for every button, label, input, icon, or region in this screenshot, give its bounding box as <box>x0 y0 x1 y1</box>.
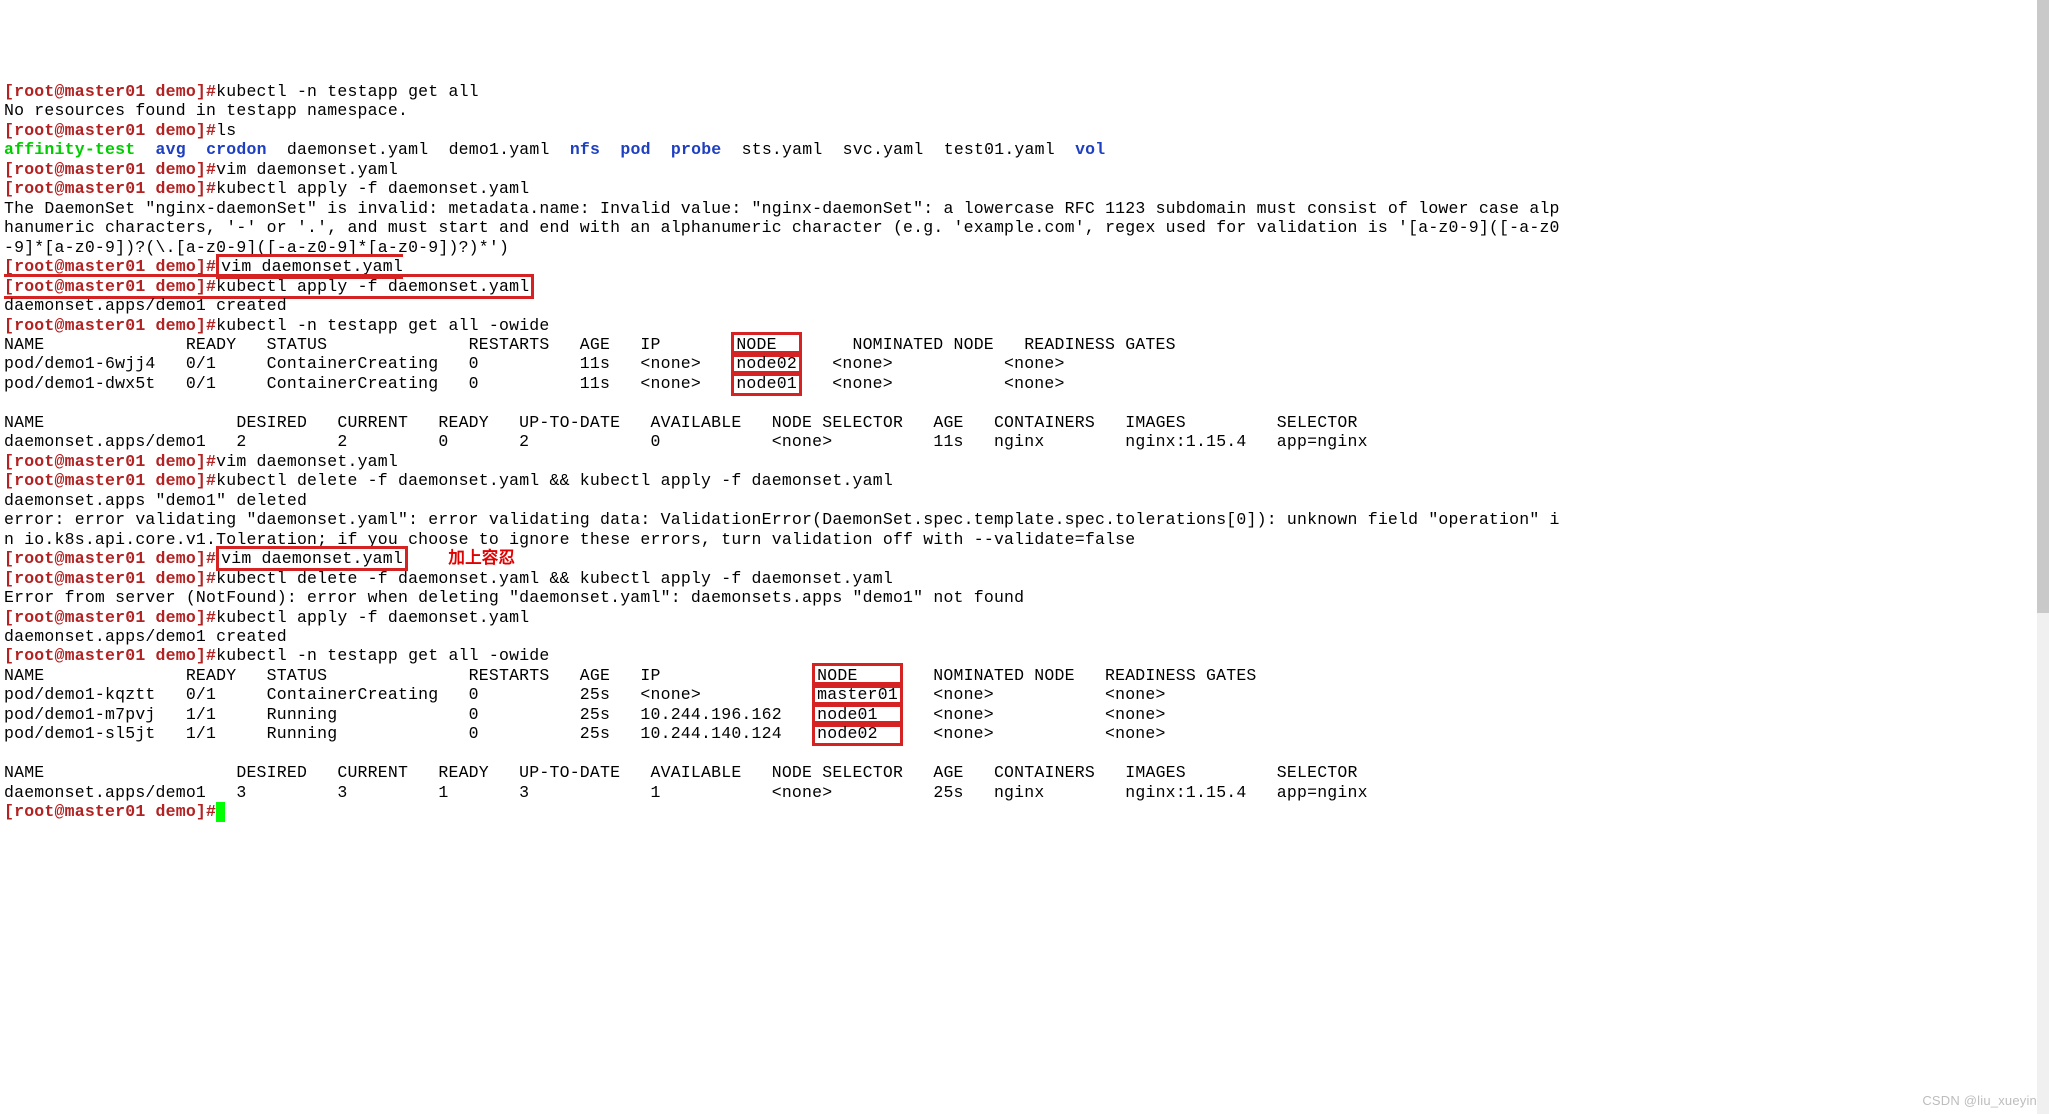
table-header: NOMINATED NODE READINESS GATES <box>903 666 1257 685</box>
ls-item: test01.yaml <box>944 140 1055 159</box>
table-row: <none> <none> <box>802 374 1065 393</box>
error-line: The DaemonSet "nginx-daemonSet" is inval… <box>4 199 1560 218</box>
prompt: [root@master01 demo]# <box>4 121 216 140</box>
error-line: hanumeric characters, '-' or '.', and mu… <box>4 218 1560 237</box>
table-row: <none> <none> <box>802 354 1065 373</box>
table-row: pod/demo1-sl5jt 1/1 Running 0 25s 10.244… <box>4 724 812 743</box>
prompt: [root@master01 demo]# <box>4 179 216 198</box>
cmd: vim daemonset.yaml <box>216 160 398 179</box>
ls-item: nfs <box>570 140 600 159</box>
cmd: kubectl delete -f daemonset.yaml && kube… <box>216 471 893 490</box>
cmd: kubectl -n testapp get all <box>216 82 479 101</box>
watermark: CSDN @liu_xueyin <box>1922 1093 2037 1108</box>
error-line: Error from server (NotFound): error when… <box>4 588 1024 607</box>
scrollbar-thumb[interactable] <box>2037 0 2049 613</box>
output-line: daemonset.apps "demo1" deleted <box>4 491 307 510</box>
ls-item: svc.yaml <box>843 140 924 159</box>
prompt: [root@master01 demo]# <box>4 452 216 471</box>
error-line: error: error validating "daemonset.yaml"… <box>4 510 1560 529</box>
table-row: daemonset.apps/demo1 2 2 0 2 0 <none> 11… <box>4 432 1368 451</box>
table-row: pod/demo1-kqztt 0/1 ContainerCreating 0 … <box>4 685 812 704</box>
terminal-output: [root@master01 demo]#kubectl -n testapp … <box>4 82 2045 822</box>
prompt: [root@master01 demo]# <box>4 608 216 627</box>
table-row: pod/demo1-dwx5t 0/1 ContainerCreating 0 … <box>4 374 731 393</box>
table-header: NAME DESIRED CURRENT READY UP-TO-DATE AV… <box>4 413 1358 432</box>
table-row: <none> <none> <box>903 705 1166 724</box>
col-node: node01 <box>736 374 797 393</box>
highlight-box: vim daemonset.yaml <box>216 546 408 571</box>
ls-item: daemonset.yaml <box>287 140 428 159</box>
ls-item: vol <box>1075 140 1105 159</box>
prompt: [root@master01 demo]# <box>4 802 216 821</box>
cmd: vim daemonset.yaml <box>216 452 398 471</box>
output-line: daemonset.apps/demo1 created <box>4 627 287 646</box>
output-line: No resources found in testapp namespace. <box>4 101 408 120</box>
prompt: [root@master01 demo]# <box>4 471 216 490</box>
table-header: NAME DESIRED CURRENT READY UP-TO-DATE AV… <box>4 763 1358 782</box>
highlight-box: node02 <box>812 721 903 746</box>
ls-item: sts.yaml <box>742 140 823 159</box>
cmd: kubectl apply -f daemonset.yaml <box>216 608 529 627</box>
output-line: daemonset.apps/demo1 created <box>4 296 287 315</box>
prompt: [root@master01 demo]# <box>4 316 216 335</box>
table-header: NAME READY STATUS RESTARTS AGE IP <box>4 335 731 354</box>
scrollbar[interactable] <box>2037 0 2049 1114</box>
table-header: NOMINATED NODE READINESS GATES <box>802 335 1176 354</box>
table-row: <none> <none> <box>903 724 1166 743</box>
cmd: vim daemonset.yaml <box>221 549 403 568</box>
table-row: <none> <none> <box>903 685 1166 704</box>
prompt: [root@master01 demo]# <box>4 82 216 101</box>
table-row: pod/demo1-6wjj4 0/1 ContainerCreating 0 … <box>4 354 731 373</box>
ls-item: affinity-test <box>4 140 135 159</box>
prompt: [root@master01 demo]# <box>4 160 216 179</box>
annotation: 加上容忍 <box>408 549 515 568</box>
table-header: NAME READY STATUS RESTARTS AGE IP <box>4 666 812 685</box>
cmd: kubectl -n testapp get all -owide <box>216 646 549 665</box>
ls-item: avg <box>156 140 186 159</box>
cmd: kubectl delete -f daemonset.yaml && kube… <box>216 569 893 588</box>
table-row: daemonset.apps/demo1 3 3 1 3 1 <none> 25… <box>4 783 1368 802</box>
ls-item: probe <box>671 140 722 159</box>
ls-item: pod <box>620 140 650 159</box>
prompt: [root@master01 demo]# <box>4 569 216 588</box>
ls-item: crodon <box>206 140 267 159</box>
cmd: vim daemonset.yaml <box>221 257 403 276</box>
cmd: ls <box>216 121 236 140</box>
error-line: n io.k8s.api.core.v1.Toleration; if you … <box>4 530 1135 549</box>
table-row: pod/demo1-m7pvj 1/1 Running 0 25s 10.244… <box>4 705 812 724</box>
cursor[interactable] <box>216 802 225 821</box>
ls-item: demo1.yaml <box>449 140 550 159</box>
prompt: [root@master01 demo]# <box>4 277 216 296</box>
col-node: node02 <box>817 724 898 743</box>
prompt: [root@master01 demo]# <box>4 549 216 568</box>
cmd: kubectl apply -f daemonset.yaml <box>216 179 529 198</box>
cmd: kubectl apply -f daemonset.yaml <box>216 277 529 296</box>
cmd: kubectl -n testapp get all -owide <box>216 316 549 335</box>
highlight-box: node01 <box>731 371 802 396</box>
prompt: [root@master01 demo]# <box>4 646 216 665</box>
